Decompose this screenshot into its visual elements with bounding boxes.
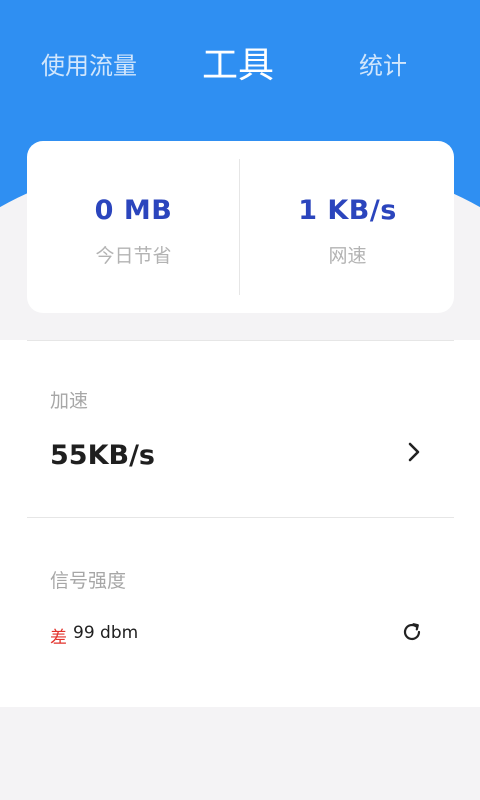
signal-row: 差 99 dbm	[0, 620, 480, 650]
chevron-right-icon[interactable]	[402, 440, 426, 464]
refresh-icon[interactable]	[400, 620, 424, 644]
acceleration-row[interactable]: 55KB/s	[0, 430, 480, 480]
network-speed-stat: 1 KB/s 网速	[241, 141, 454, 313]
stats-card: 0 MB 今日节省 1 KB/s 网速	[27, 141, 454, 313]
tab-usage[interactable]: 使用流量	[41, 54, 137, 78]
acceleration-title: 加速	[50, 390, 89, 412]
signal-quality: 差	[50, 628, 67, 648]
network-speed-label: 网速	[328, 245, 367, 267]
divider	[27, 517, 454, 518]
tab-stats[interactable]: 统计	[359, 54, 407, 78]
divider	[27, 340, 454, 341]
saved-today-label: 今日节省	[95, 245, 172, 267]
signal-title: 信号强度	[50, 570, 127, 592]
saved-today-stat: 0 MB 今日节省	[27, 141, 240, 313]
saved-today-value: 0 MB	[94, 195, 173, 226]
acceleration-value: 55KB/s	[50, 440, 156, 471]
tools-panel: 加速 55KB/s 信号强度 差 99 dbm	[0, 340, 480, 707]
network-speed-value: 1 KB/s	[298, 195, 397, 226]
tab-tools[interactable]: 工具	[202, 48, 274, 84]
top-tabs: 使用流量 工具 统计	[0, 34, 480, 104]
tools-screen: 使用流量 工具 统计 0 MB 今日节省 1 KB/s 网速 加速 55KB/s…	[0, 0, 480, 800]
stats-divider	[239, 159, 240, 295]
signal-dbm: 99 dbm	[73, 623, 139, 643]
